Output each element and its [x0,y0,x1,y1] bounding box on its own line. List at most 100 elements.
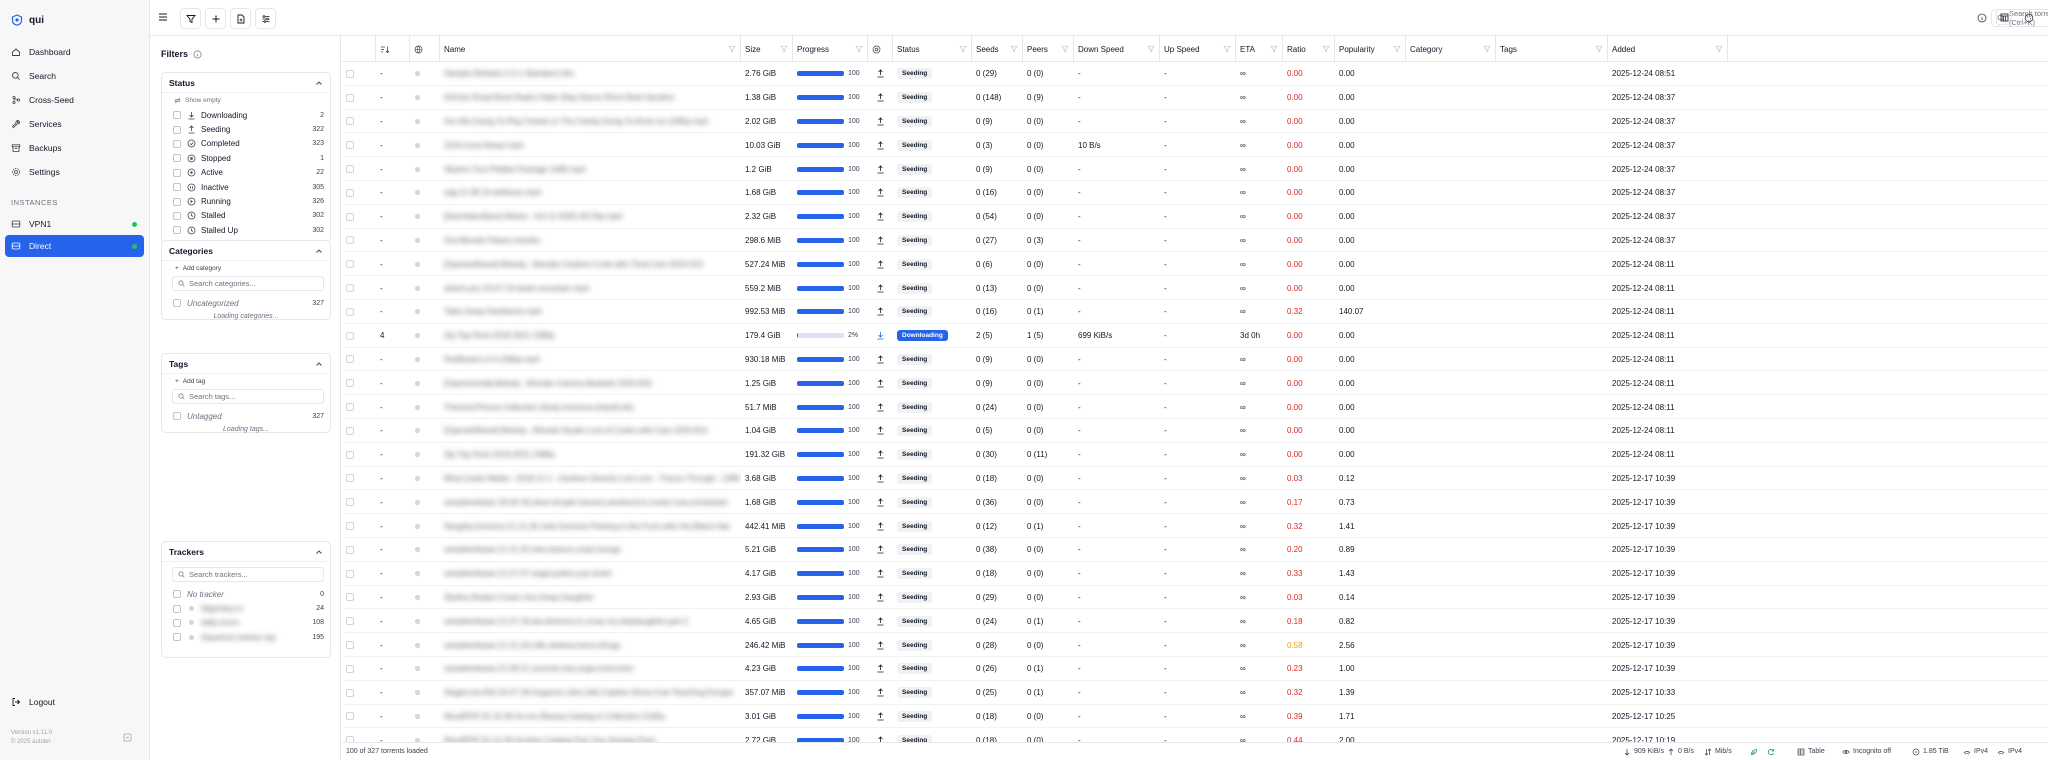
create-torrent-button[interactable] [230,8,251,29]
categories-filter-header[interactable]: Categories [162,241,330,261]
state-icon-column-header[interactable] [868,36,893,62]
row-checkbox[interactable] [346,307,354,316]
column-filter-icon[interactable] [1061,45,1069,53]
alt-speed-toggle[interactable] [1750,748,1758,756]
table-row[interactable]: 4 Zip.Top.Pack.2018.2021.1080p 179.4 GiB 2%… [342,324,2048,348]
status-filter-inactive[interactable]: Inactive 305 [162,180,330,194]
column-filter-icon[interactable] [1483,45,1491,53]
row-checkbox[interactable] [346,593,354,602]
view-mode-button[interactable]: Table [1797,748,1825,756]
table-row[interactable]: - sketch.pro.23.07.24.tester.mountain.mp4… [342,276,2048,300]
add-torrent-button[interactable] [205,8,226,29]
table-row[interactable]: - samplerelease.21.07.07.angel.potion.jus… [342,562,2048,586]
column-filter-icon[interactable] [959,45,967,53]
info-icon[interactable] [193,50,202,59]
row-checkbox[interactable] [346,426,354,435]
row-checkbox[interactable] [346,141,354,150]
filter-toggle-button[interactable] [180,8,201,29]
show-empty-toggle[interactable]: Show empty [162,93,330,108]
table-row[interactable]: - [OpenedStreet].Melody.-.Wonder.Studio.L… [342,419,2048,443]
column-filter-icon[interactable] [780,45,788,53]
refresh-button[interactable] [1767,748,1775,756]
row-checkbox[interactable] [346,664,354,673]
row-checkbox[interactable] [346,522,354,531]
status-filter-running[interactable]: Running 326 [162,194,330,208]
row-checkbox[interactable] [346,688,354,697]
ratio-column-header[interactable]: Ratio [1283,36,1335,62]
status-filter-header[interactable]: Status [162,73,330,93]
column-filter-icon[interactable] [1595,45,1603,53]
chevron-up-icon[interactable] [315,360,323,368]
row-checkbox[interactable] [346,260,354,269]
column-filter-icon[interactable] [1270,45,1278,53]
table-row[interactable]: - Zoe.Blonde.Palace.Garden 298.6 MiB 100 See… [342,229,2048,253]
row-checkbox[interactable] [346,212,354,221]
table-row[interactable]: - samplerelease.21.11.18.milk.rainbow.tee… [342,633,2048,657]
status-filter-seeding[interactable]: Seeding 322 [162,122,330,136]
theme-icon[interactable] [2022,11,2035,24]
size-column-header[interactable]: Size [741,36,793,62]
seeds-column-header[interactable]: Seeds [972,36,1023,62]
row-checkbox[interactable] [346,403,354,412]
table-row[interactable]: - [OpenedStreet].Melody.-.Wonder.Outdoor.… [342,252,2048,277]
row-checkbox[interactable] [346,545,354,554]
checkbox[interactable] [173,226,181,235]
nav-dashboard[interactable]: Dashboard [0,40,149,64]
row-checkbox[interactable] [346,379,354,388]
chevron-up-icon[interactable] [315,79,323,87]
columns-button[interactable] [1996,9,2012,25]
row-checkbox[interactable] [346,236,354,245]
table-row[interactable]: - samplerelease.18.04.18.silver.temple.ha… [342,490,2048,515]
column-filter-icon[interactable] [728,45,736,53]
tracker-search-input[interactable]: Search trackers... [172,567,324,582]
add-tag-button[interactable]: + Add tag [162,374,330,389]
table-row[interactable]: - Kitchen.Road.Book.Radio.Fable.Step.Danc… [342,86,2048,110]
chevron-up-icon[interactable] [315,247,323,255]
row-checkbox[interactable] [346,617,354,626]
checkbox[interactable] [173,125,181,134]
brand[interactable]: qui [0,0,149,36]
nav-search[interactable]: Search [0,64,149,88]
tag-search-input[interactable]: Search tags... [172,389,324,404]
nav-services[interactable]: Services [0,112,149,136]
table-row[interactable]: - sdg.21.08.10.wellness.mp4 1.68 GiB 100 See… [342,181,2048,205]
nav-settings[interactable]: Settings [0,160,149,184]
table-row[interactable]: - samplerelease.21.07.18.ala.dominos.in.x… [342,609,2048,634]
tracker-filter-item[interactable]: fatgreasy.cc 24 [162,601,330,615]
table-row[interactable]: - Themed.Picture.Collection.Study.Aventur… [342,395,2048,419]
table-row[interactable]: - Zip.Top.Pack.2018.2021.1080p 191.32 GiB 1… [342,443,2048,467]
progress-column-header[interactable]: Progress [793,36,868,62]
changelog-icon[interactable] [123,733,132,742]
table-row[interactable]: - Skyline.Tour.Pebble.Package.1080.mp4 1.2… [342,157,2048,181]
status-filter-active[interactable]: Active 22 [162,166,330,180]
incognito-toggle[interactable]: Incognito off [1842,748,1891,756]
table-row[interactable]: - [Opentutorial].Melody.-.Wonder.Camera.B… [342,371,2048,396]
table-row[interactable]: - samplerelease.21.11.26.new.season.coast… [342,538,2048,562]
category-search-input[interactable]: Search categories... [172,276,324,291]
checkbox[interactable] [173,412,181,421]
table-row[interactable]: - Redflowers.0.4.1080p.mp4 930.18 MiB 100 Se… [342,348,2048,372]
row-checkbox[interactable] [346,450,354,459]
manage-button[interactable] [255,8,276,29]
row-checkbox[interactable] [346,569,354,578]
name-column-header[interactable]: Name [440,36,741,62]
tracker-column-header[interactable] [410,36,440,62]
column-filter-icon[interactable] [1147,45,1155,53]
table-row[interactable]: - Sample.Release.2.0.1.Standard.mkv 2.76 G… [342,62,2048,86]
logout-button[interactable]: Logout [11,697,55,707]
column-filter-icon[interactable] [1715,45,1723,53]
status-filter-completed[interactable]: Completed 323 [162,137,330,151]
row-checkbox[interactable] [346,641,354,650]
status-filter-downloading[interactable]: Downloading 2 [162,108,330,122]
checkbox[interactable] [173,197,181,206]
row-checkbox[interactable] [346,331,354,340]
select-column-header[interactable] [342,36,376,62]
uncategorized-filter[interactable]: Uncategorized 327 [162,296,330,310]
info-icon[interactable] [1975,11,1988,24]
checkbox[interactable] [173,111,181,120]
row-checkbox[interactable] [346,712,354,721]
row-checkbox[interactable] [346,474,354,483]
table-row[interactable]: - 2224.more.flower.mp4 10.03 GiB 100 Seeding… [342,133,2048,158]
tags-filter-header[interactable]: Tags [162,354,330,374]
row-checkbox[interactable] [346,165,354,174]
